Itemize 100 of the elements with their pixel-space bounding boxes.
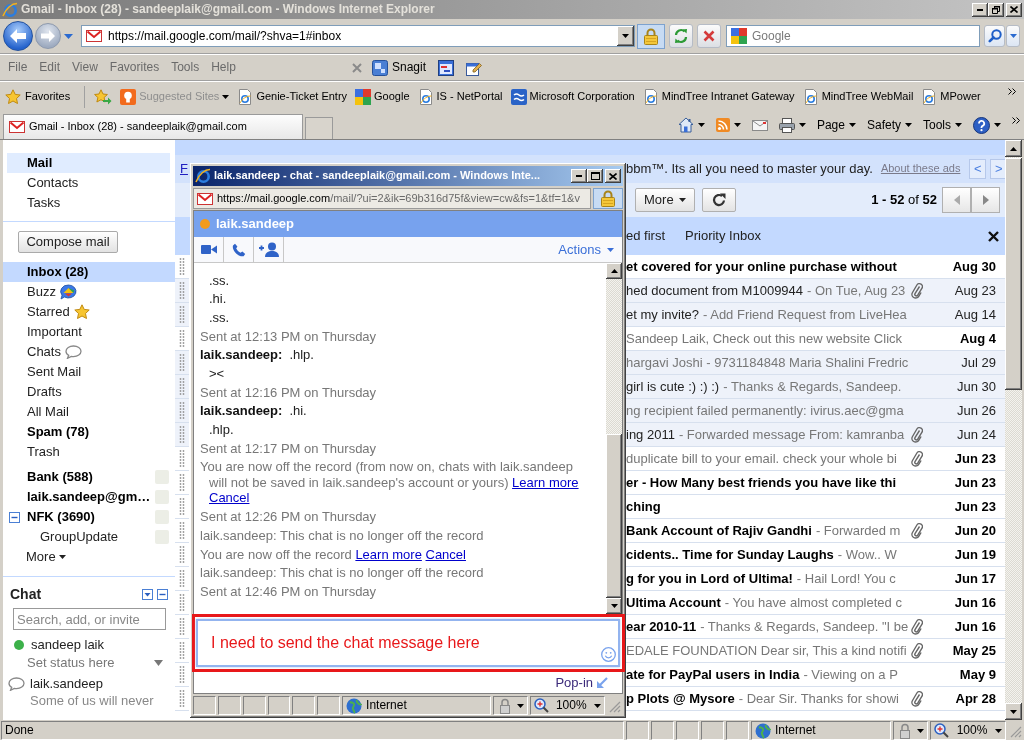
notice-link[interactable]: Cancel (425, 546, 466, 562)
nav-link[interactable]: Tasks (7, 193, 170, 213)
drag-handle-icon[interactable] (175, 447, 189, 471)
drag-handle-icon[interactable] (175, 543, 189, 567)
menu-item[interactable]: Favorites (109, 60, 160, 75)
folder-link[interactable]: Trash (3, 442, 175, 462)
caret-icon[interactable] (154, 660, 163, 666)
drag-handle-icon[interactable] (175, 423, 189, 447)
browser-tab[interactable]: Gmail - Inbox (28) - sandeeplaik@gmail.com (3, 114, 303, 139)
favorites-link[interactable]: Genie-Ticket Entry (237, 88, 348, 105)
label-link[interactable]: NFK (3690) (27, 509, 95, 525)
dropdown-icon[interactable] (142, 588, 153, 600)
resize-grip-icon[interactable] (608, 701, 621, 713)
scrollbar-thumb[interactable] (1005, 158, 1022, 390)
label-link[interactable]: GroupUpdate (40, 529, 119, 545)
sort-link[interactable]: Priority Inbox (685, 228, 761, 244)
maximize-button[interactable] (587, 169, 603, 183)
resize-grip-icon[interactable] (1010, 726, 1022, 738)
drag-handle-icon[interactable] (175, 375, 189, 399)
chevron-icon[interactable] (1008, 88, 1016, 95)
email-row[interactable]: ng recipient failed permanently: ivirus.aec@gma Jun 26 (626, 399, 1005, 423)
chevron-icon[interactable] (1012, 117, 1020, 124)
email-row[interactable]: et my invite? - Add Friend Request from LiveHea Aug 14 (626, 303, 1005, 327)
restore-button[interactable] (988, 2, 1004, 17)
notice-link[interactable]: Cancel (209, 490, 250, 506)
email-row[interactable]: ing 2011 - Forwarded message From: kamranba Jun 24 (626, 423, 1005, 447)
color-swatch-icon[interactable] (155, 490, 169, 504)
folder-link[interactable]: Important (3, 322, 175, 342)
refresh-button[interactable] (701, 188, 736, 212)
minimize-button[interactable] (972, 2, 988, 17)
color-swatch-icon[interactable] (155, 530, 169, 544)
contact-name[interactable]: laik.sandeep (30, 676, 103, 692)
folder-link[interactable]: Spam (78) (3, 422, 175, 442)
email-row[interactable]: girl is cute :) :) :) - Thanks & Regards, Sandeep. Jun 30 (626, 375, 1005, 399)
message-input[interactable]: I need to send the chat message here (196, 619, 620, 667)
favorites-link[interactable]: IS - NetPortal (417, 88, 503, 105)
nav-link[interactable]: Mail (7, 153, 170, 173)
close-button[interactable] (1006, 2, 1022, 17)
stop-button[interactable] (697, 24, 721, 48)
scroll-up-button[interactable] (1005, 140, 1022, 157)
nav-link[interactable]: Contacts (7, 173, 170, 193)
favorites-link[interactable]: MPower (921, 88, 981, 105)
search-options-button[interactable] (1006, 25, 1020, 47)
drag-handle-icon[interactable] (175, 495, 189, 519)
menu-item[interactable]: Edit (39, 60, 61, 75)
chat-search-field[interactable]: Search, add, or invite (13, 608, 166, 630)
more-button[interactable]: More (635, 188, 695, 212)
favorites-link[interactable]: MindTree WebMail (802, 88, 914, 105)
drag-handle-icon[interactable] (175, 591, 189, 615)
folder-link[interactable]: Sent Mail (3, 362, 175, 382)
folder-link[interactable]: All Mail (3, 402, 175, 422)
status-message[interactable]: Set status here (27, 655, 115, 671)
more-link[interactable]: More (3, 547, 66, 567)
home-button[interactable] (677, 117, 705, 133)
drag-handle-icon[interactable] (175, 567, 189, 591)
menu-item[interactable]: Help (211, 60, 236, 75)
drag-handle-icon[interactable] (175, 279, 189, 303)
notice-link[interactable]: Learn more (512, 474, 579, 490)
folder-link[interactable]: Inbox (28) (3, 262, 175, 282)
newer-button[interactable] (942, 187, 971, 213)
drag-handle-icon[interactable] (175, 639, 189, 663)
star-arrow-icon[interactable] (94, 88, 113, 105)
address-field[interactable]: https://mail.google.com/mail/?shva=1#inbox (81, 25, 635, 47)
address-dropdown-button[interactable] (617, 26, 634, 46)
window-icon[interactable] (438, 59, 455, 76)
folder-link[interactable]: Chats (3, 342, 175, 362)
feeds-button[interactable] (715, 118, 741, 132)
protected-mode-button[interactable] (893, 721, 928, 740)
minimize-button[interactable] (571, 169, 587, 183)
folder-link[interactable]: Buzz (3, 282, 175, 302)
scrollbar-thumb[interactable] (606, 434, 622, 598)
drag-handle-icon[interactable] (175, 519, 189, 543)
print-button[interactable] (778, 117, 806, 133)
notice-link[interactable]: Learn more (355, 546, 422, 562)
compose-button[interactable]: Compose mail (18, 231, 118, 253)
mail-button[interactable] (751, 119, 768, 131)
contact-name[interactable]: sandeep laik (31, 637, 104, 653)
menu-item[interactable]: File (8, 60, 28, 75)
favorites-link[interactable]: MindTree Intranet Gateway (642, 88, 795, 105)
close-button[interactable] (605, 169, 621, 183)
smiley-icon[interactable] (601, 647, 616, 662)
drag-handle-icon[interactable] (175, 615, 189, 639)
folder-link[interactable]: Drafts (3, 382, 175, 402)
help-button[interactable] (973, 116, 1001, 134)
favorites-link[interactable]: Google (355, 88, 410, 105)
collapse-icon[interactable] (9, 511, 20, 523)
color-swatch-icon[interactable] (155, 510, 169, 524)
back-button[interactable] (3, 21, 33, 51)
drag-handle-icon[interactable] (175, 327, 189, 351)
caret-icon[interactable] (64, 33, 73, 39)
addon-button[interactable]: Snagit (372, 59, 427, 76)
minimize-icon[interactable] (157, 588, 168, 600)
zoom-button[interactable]: 100% (930, 721, 1006, 740)
menu-button[interactable]: Page (816, 117, 856, 133)
menu-item[interactable]: View (72, 60, 98, 75)
actions-menu[interactable]: Actions (558, 241, 614, 258)
close-icon[interactable] (988, 230, 999, 242)
pop-in-link[interactable]: Pop-in (555, 674, 608, 691)
drag-handle-icon[interactable] (175, 303, 189, 327)
scroll-down-button[interactable] (606, 598, 622, 614)
